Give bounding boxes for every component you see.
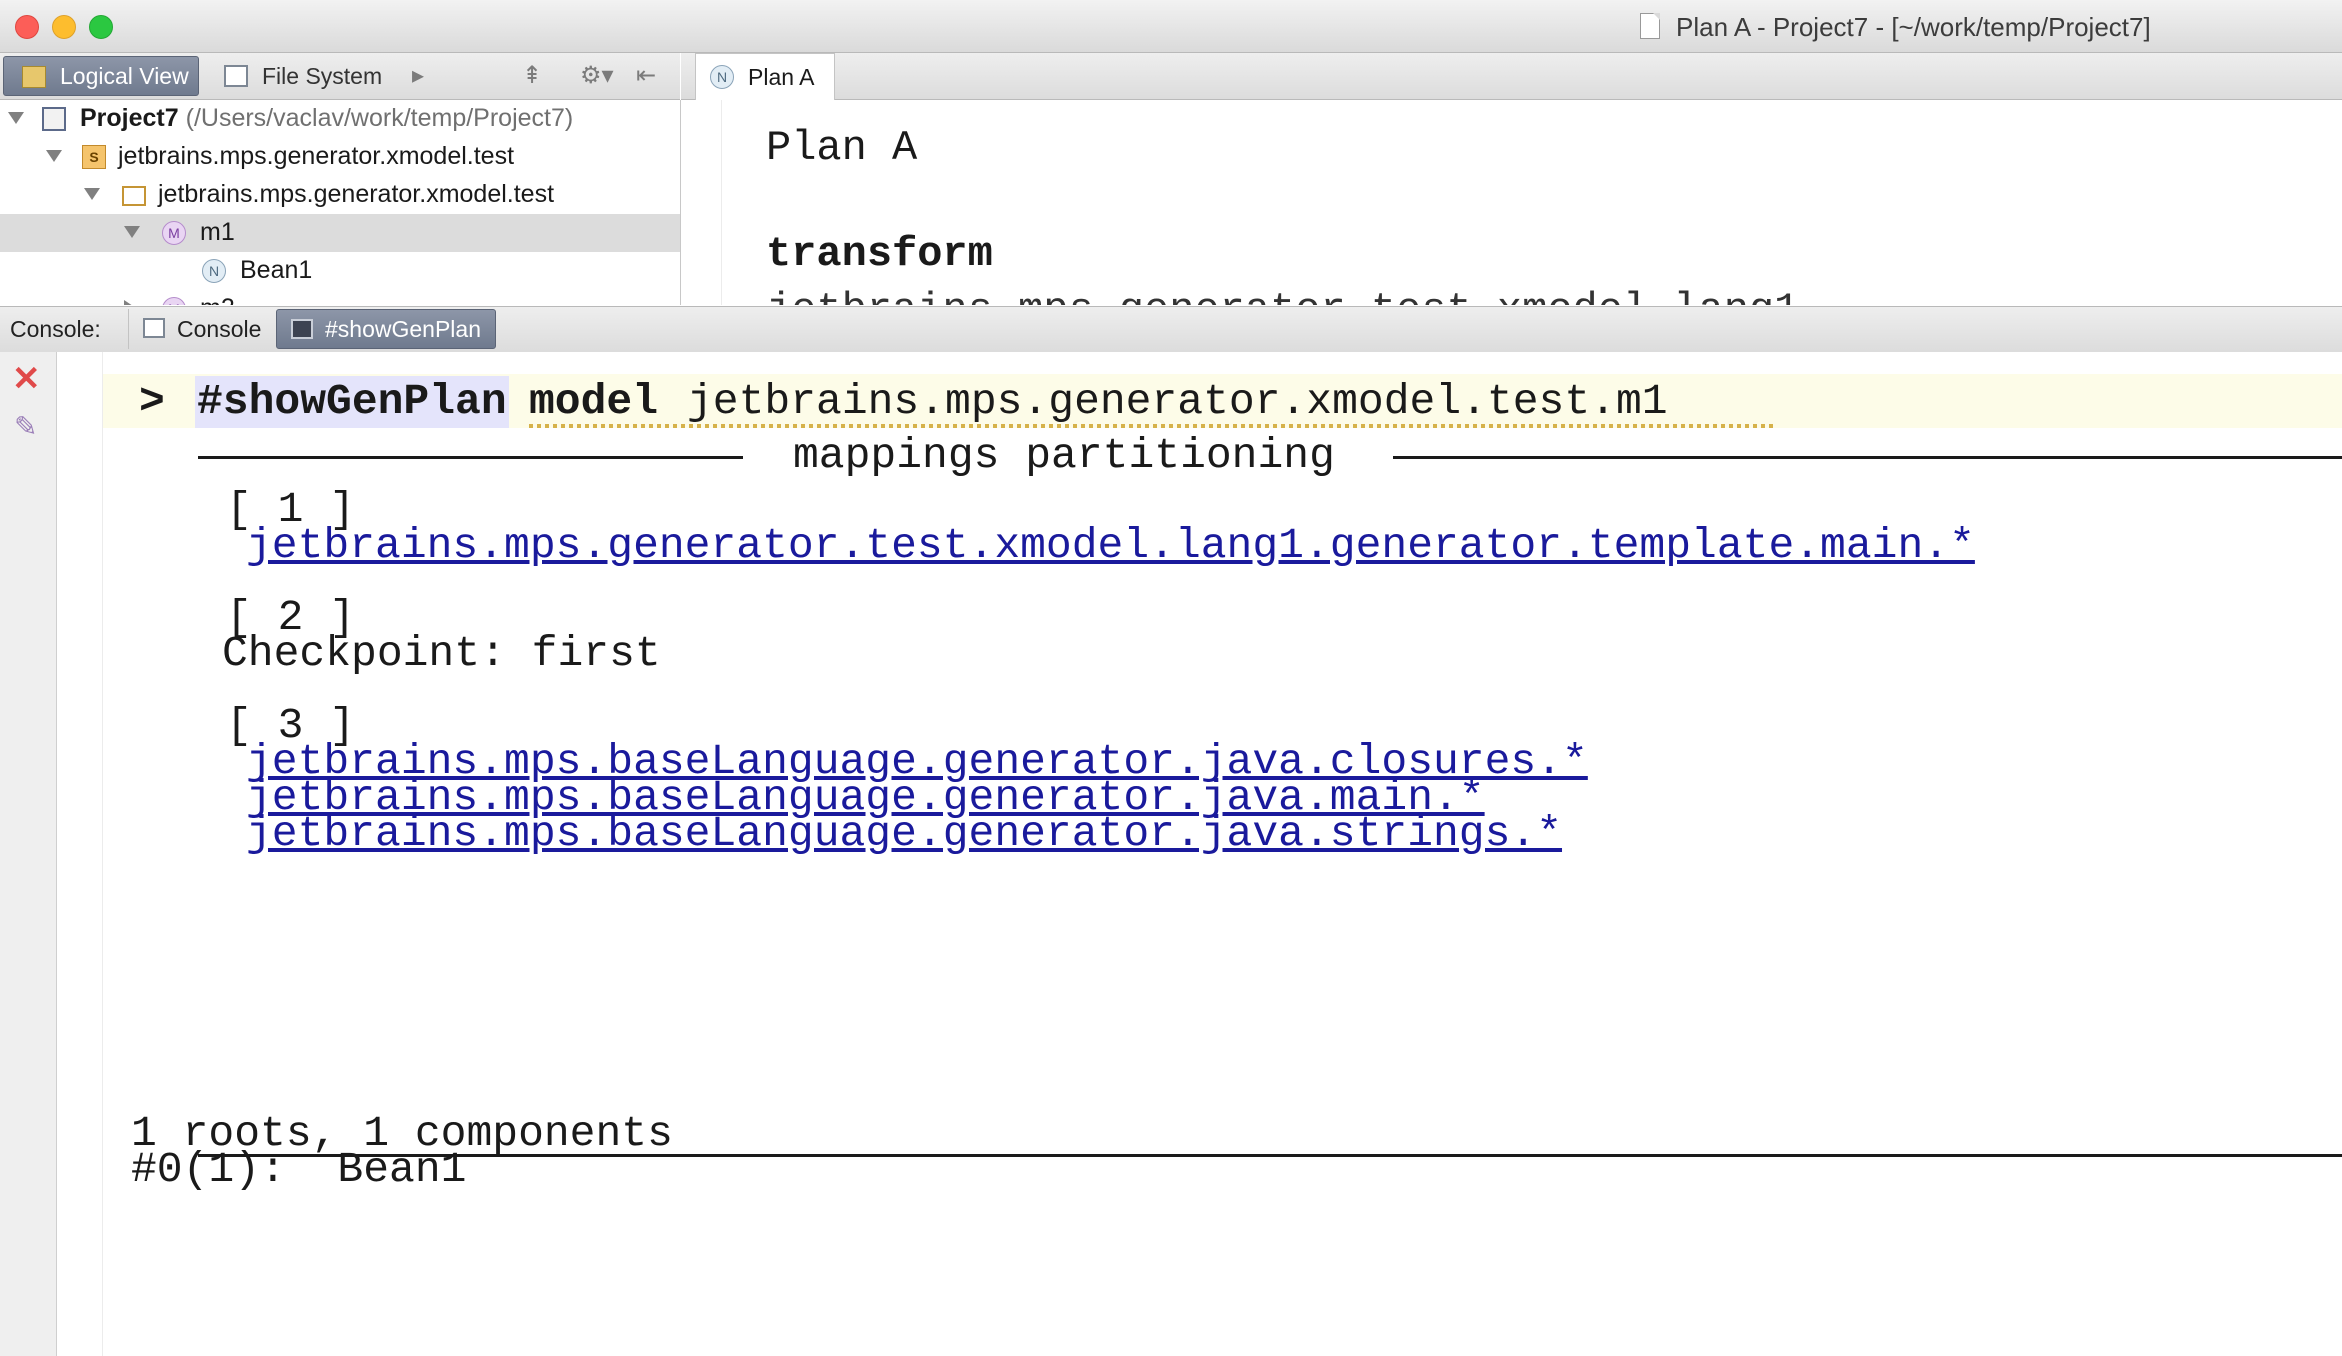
tab-file-system[interactable]: File System <box>206 56 388 96</box>
minimize-window-button[interactable] <box>52 15 76 39</box>
editor-area[interactable]: Plan A transform jetbrains.mps.generator… <box>681 100 2342 305</box>
document-icon <box>1640 13 1660 39</box>
console-toolbar: Console: Console #showGenPlan <box>0 306 2342 353</box>
editor-line-transform[interactable]: transform <box>766 230 993 278</box>
tree-item-label: m1 <box>200 218 235 246</box>
more-tabs-arrow-icon[interactable]: ▸ <box>412 61 424 91</box>
window-title: Plan A - Project7 - [~/work/temp/Project… <box>1676 12 2151 42</box>
project-path: (/Users/vaclav/work/temp/Project7) <box>185 104 574 132</box>
divider <box>1393 456 2342 459</box>
tree-item-label: m2 <box>200 294 235 305</box>
model-icon: M <box>162 221 186 245</box>
editor-tabs: N Plan A <box>681 53 2342 100</box>
node-icon: N <box>710 65 734 89</box>
pin-icon[interactable]: ✎ <box>14 412 37 442</box>
tab-label: #showGenPlan <box>325 315 481 342</box>
tree-item-solution[interactable]: S jetbrains.mps.generator.xmodel.test <box>0 138 680 176</box>
close-window-button[interactable] <box>15 15 39 39</box>
model-icon: M <box>162 297 186 305</box>
hide-panel-icon[interactable]: ⇤ <box>636 61 656 91</box>
warning-underline <box>529 424 1777 428</box>
tree-item-folder[interactable]: jetbrains.mps.generator.xmodel.test <box>0 176 680 214</box>
divider <box>198 456 743 459</box>
checkpoint-text: Checkpoint: first <box>222 629 661 678</box>
window-titlebar: Plan A - Project7 - [~/work/temp/Project… <box>0 0 2342 53</box>
tab-console[interactable]: Console <box>128 309 274 349</box>
tree-item-label: jetbrains.mps.generator.xmodel.test <box>158 180 555 208</box>
tree-item-project[interactable]: Project7 (/Users/vaclav/work/temp/Projec… <box>0 100 680 138</box>
tab-label: Console <box>177 315 262 342</box>
collapsed-arrow-icon[interactable] <box>124 300 144 305</box>
components-line: #0(1): Bean1 <box>131 1145 467 1194</box>
maximize-window-button[interactable] <box>89 15 113 39</box>
tab-label: File System <box>262 62 383 89</box>
command-name[interactable]: #showGenPlan <box>195 376 509 428</box>
console-label: Console: <box>10 316 101 342</box>
mapping-link[interactable]: jetbrains.mps.baseLanguage.generator.jav… <box>246 808 1562 860</box>
expand-arrow-icon[interactable] <box>46 150 62 162</box>
gear-icon[interactable]: ⚙▾ <box>580 61 614 91</box>
tab-plan-a[interactable]: N Plan A <box>695 53 835 100</box>
close-icon[interactable]: ✕ <box>12 362 41 396</box>
editor-line-plan-name[interactable]: Plan A <box>766 124 917 172</box>
logical-view-icon <box>22 66 46 88</box>
tree-item-model-m2[interactable]: M m2 <box>0 290 680 305</box>
mapping-link[interactable]: jetbrains.mps.generator.test.xmodel.lang… <box>246 520 1975 572</box>
collapse-all-icon[interactable]: ⇞ <box>522 61 542 91</box>
expand-arrow-icon[interactable] <box>84 188 100 200</box>
tab-label: Plan A <box>748 64 815 90</box>
tree-item-node-bean1[interactable]: N Bean1 <box>0 252 680 290</box>
solution-icon: S <box>82 145 106 169</box>
console-side-toolbar: ✕ ✎ <box>0 352 57 1356</box>
project-tree: Project7 (/Users/vaclav/work/temp/Projec… <box>0 100 681 305</box>
file-system-icon <box>224 65 248 87</box>
console-output[interactable]: > #showGenPlan model jetbrains.mps.gener… <box>103 352 2342 1356</box>
tab-label: Logical View <box>60 62 189 89</box>
expand-arrow-icon[interactable] <box>124 226 140 238</box>
command-argument[interactable]: jetbrains.mps.generator.xmodel.test.m1 <box>687 376 1668 428</box>
console-icon <box>143 318 165 338</box>
editor-line-language[interactable]: jetbrains.mps.generator.test.xmodel.lang… <box>766 286 1799 305</box>
command-prompt: > <box>139 377 165 426</box>
project-toolbar: Logical View File System ▸ ⇞ ⚙▾ ⇤ <box>0 53 680 100</box>
section-title: mappings partitioning <box>793 431 1335 480</box>
node-icon: N <box>202 259 226 283</box>
console-gutter <box>57 352 103 1356</box>
tab-logical-view[interactable]: Logical View <box>3 56 199 96</box>
tree-item-label: Project7 <box>80 104 179 132</box>
command-keyword[interactable]: model <box>529 376 658 428</box>
tree-item-label: jetbrains.mps.generator.xmodel.test <box>118 142 515 170</box>
project-icon <box>42 107 66 131</box>
tree-item-model-m1[interactable]: M m1 <box>0 214 680 252</box>
editor-gutter <box>721 100 722 305</box>
expand-arrow-icon[interactable] <box>8 112 24 124</box>
tab-show-gen-plan[interactable]: #showGenPlan <box>276 309 496 349</box>
terminal-icon <box>291 319 313 339</box>
tree-item-label: Bean1 <box>240 256 313 284</box>
folder-icon <box>122 186 146 206</box>
